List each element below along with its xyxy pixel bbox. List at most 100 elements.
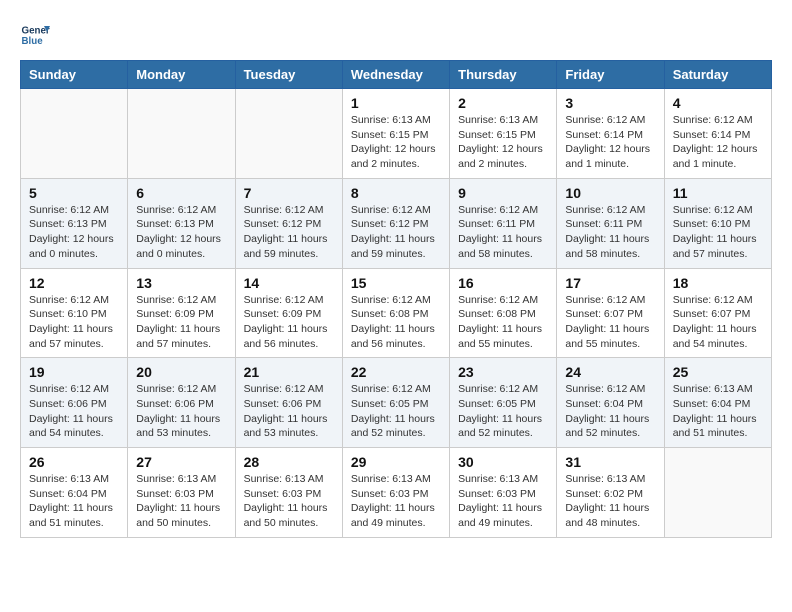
day-number: 3 (565, 95, 655, 111)
day-number: 24 (565, 364, 655, 380)
calendar-cell: 29 Sunrise: 6:13 AMSunset: 6:03 PMDayligh… (342, 448, 449, 538)
cell-info: Sunrise: 6:12 AMSunset: 6:04 PMDaylight:… (565, 382, 655, 441)
cell-info: Sunrise: 6:12 AMSunset: 6:10 PMDaylight:… (29, 293, 119, 352)
calendar-cell: 5 Sunrise: 6:12 AMSunset: 6:13 PMDaylight… (21, 178, 128, 268)
day-number: 21 (244, 364, 334, 380)
calendar-cell: 17 Sunrise: 6:12 AMSunset: 6:07 PMDayligh… (557, 268, 664, 358)
cell-info: Sunrise: 6:12 AMSunset: 6:07 PMDaylight:… (565, 293, 655, 352)
calendar-table: SundayMondayTuesdayWednesdayThursdayFrid… (20, 60, 772, 538)
calendar-cell: 31 Sunrise: 6:13 AMSunset: 6:02 PMDayligh… (557, 448, 664, 538)
calendar-cell: 7 Sunrise: 6:12 AMSunset: 6:12 PMDaylight… (235, 178, 342, 268)
calendar-cell: 16 Sunrise: 6:12 AMSunset: 6:08 PMDayligh… (450, 268, 557, 358)
day-number: 4 (673, 95, 763, 111)
calendar-week-row: 19 Sunrise: 6:12 AMSunset: 6:06 PMDayligh… (21, 358, 772, 448)
calendar-cell: 12 Sunrise: 6:12 AMSunset: 6:10 PMDayligh… (21, 268, 128, 358)
cell-info: Sunrise: 6:12 AMSunset: 6:09 PMDaylight:… (136, 293, 226, 352)
day-number: 27 (136, 454, 226, 470)
day-number: 8 (351, 185, 441, 201)
calendar-cell: 26 Sunrise: 6:13 AMSunset: 6:04 PMDayligh… (21, 448, 128, 538)
calendar-cell: 23 Sunrise: 6:12 AMSunset: 6:05 PMDayligh… (450, 358, 557, 448)
calendar-cell: 9 Sunrise: 6:12 AMSunset: 6:11 PMDaylight… (450, 178, 557, 268)
calendar-cell: 21Sunrise: 6:12 AMSunset: 6:06 PMDayligh… (235, 358, 342, 448)
cell-info: Sunrise: 6:12 AMSunset: 6:11 PMDaylight:… (565, 203, 655, 262)
cell-info: Sunrise: 6:13 AMSunset: 6:04 PMDaylight:… (29, 472, 119, 531)
calendar-cell: 8Sunrise: 6:12 AMSunset: 6:12 PMDaylight… (342, 178, 449, 268)
calendar-cell: 2 Sunrise: 6:13 AMSunset: 6:15 PMDaylight… (450, 89, 557, 179)
calendar-cell (128, 89, 235, 179)
page-header: General Blue (20, 20, 772, 50)
day-number: 22 (351, 364, 441, 380)
cell-info: Sunrise: 6:13 AMSunset: 6:15 PMDaylight:… (458, 113, 548, 172)
day-number: 17 (565, 275, 655, 291)
cell-info: Sunrise: 6:12 AMSunset: 6:11 PMDaylight:… (458, 203, 548, 262)
cell-info: Sunrise: 6:13 AMSunset: 6:04 PMDaylight:… (673, 382, 763, 441)
cell-info: Sunrise: 6:13 AMSunset: 6:03 PMDaylight:… (458, 472, 548, 531)
day-number: 5 (29, 185, 119, 201)
calendar-week-row: 1 Sunrise: 6:13 AMSunset: 6:15 PMDaylight… (21, 89, 772, 179)
calendar-cell: 3 Sunrise: 6:12 AMSunset: 6:14 PMDaylight… (557, 89, 664, 179)
day-number: 1 (351, 95, 441, 111)
cell-info: Sunrise: 6:12 AMSunset: 6:08 PMDaylight:… (351, 293, 441, 352)
cell-info: Sunrise: 6:12 AMSunset: 6:13 PMDaylight:… (29, 203, 119, 262)
day-number: 30 (458, 454, 548, 470)
weekday-header: Wednesday (342, 61, 449, 89)
calendar-cell: 18 Sunrise: 6:12 AMSunset: 6:07 PMDayligh… (664, 268, 771, 358)
cell-info: Sunrise: 6:12 AMSunset: 6:09 PMDaylight:… (244, 293, 334, 352)
weekday-header: Sunday (21, 61, 128, 89)
cell-info: Sunrise: 6:13 AMSunset: 6:03 PMDaylight:… (244, 472, 334, 531)
day-number: 6 (136, 185, 226, 201)
calendar-cell (235, 89, 342, 179)
cell-info: Sunrise: 6:12 AMSunset: 6:08 PMDaylight:… (458, 293, 548, 352)
cell-info: Sunrise: 6:12 AMSunset: 6:06 PMDaylight:… (136, 382, 226, 441)
day-number: 10 (565, 185, 655, 201)
day-number: 7 (244, 185, 334, 201)
cell-info: Sunrise: 6:12 AMSunset: 6:10 PMDaylight:… (673, 203, 763, 262)
cell-info: Sunrise: 6:12 AMSunset: 6:13 PMDaylight:… (136, 203, 226, 262)
day-number: 2 (458, 95, 548, 111)
cell-info: Sunrise: 6:13 AMSunset: 6:03 PMDaylight:… (136, 472, 226, 531)
cell-info: Sunrise: 6:12 AMSunset: 6:14 PMDaylight:… (565, 113, 655, 172)
cell-info: Sunrise: 6:12 AMSunset: 6:05 PMDaylight:… (351, 382, 441, 441)
day-number: 9 (458, 185, 548, 201)
day-number: 16 (458, 275, 548, 291)
calendar-cell: 4 Sunrise: 6:12 AMSunset: 6:14 PMDaylight… (664, 89, 771, 179)
cell-info: Sunrise: 6:12 AMSunset: 6:12 PMDaylight:… (244, 203, 334, 262)
day-number: 29 (351, 454, 441, 470)
calendar-cell: 22 Sunrise: 6:12 AMSunset: 6:05 PMDayligh… (342, 358, 449, 448)
weekday-header: Thursday (450, 61, 557, 89)
calendar-cell (664, 448, 771, 538)
calendar-cell: 20 Sunrise: 6:12 AMSunset: 6:06 PMDayligh… (128, 358, 235, 448)
day-number: 25 (673, 364, 763, 380)
calendar-cell: 15 Sunrise: 6:12 AMSunset: 6:08 PMDayligh… (342, 268, 449, 358)
calendar-cell: 1 Sunrise: 6:13 AMSunset: 6:15 PMDaylight… (342, 89, 449, 179)
calendar-cell: 13Sunrise: 6:12 AMSunset: 6:09 PMDayligh… (128, 268, 235, 358)
calendar-cell: 10 Sunrise: 6:12 AMSunset: 6:11 PMDayligh… (557, 178, 664, 268)
day-number: 31 (565, 454, 655, 470)
weekday-header: Friday (557, 61, 664, 89)
cell-info: Sunrise: 6:13 AMSunset: 6:03 PMDaylight:… (351, 472, 441, 531)
day-number: 23 (458, 364, 548, 380)
calendar-cell: 14 Sunrise: 6:12 AMSunset: 6:09 PMDayligh… (235, 268, 342, 358)
cell-info: Sunrise: 6:13 AMSunset: 6:15 PMDaylight:… (351, 113, 441, 172)
day-number: 14 (244, 275, 334, 291)
day-number: 26 (29, 454, 119, 470)
weekday-header: Saturday (664, 61, 771, 89)
day-number: 11 (673, 185, 763, 201)
day-number: 18 (673, 275, 763, 291)
calendar-cell: 19 Sunrise: 6:12 AMSunset: 6:06 PMDayligh… (21, 358, 128, 448)
day-number: 12 (29, 275, 119, 291)
cell-info: Sunrise: 6:12 AMSunset: 6:14 PMDaylight:… (673, 113, 763, 172)
day-number: 19 (29, 364, 119, 380)
cell-info: Sunrise: 6:13 AMSunset: 6:02 PMDaylight:… (565, 472, 655, 531)
cell-info: Sunrise: 6:12 AMSunset: 6:06 PMDaylight:… (29, 382, 119, 441)
calendar-week-row: 26 Sunrise: 6:13 AMSunset: 6:04 PMDayligh… (21, 448, 772, 538)
cell-info: Sunrise: 6:12 AMSunset: 6:05 PMDaylight:… (458, 382, 548, 441)
calendar-cell: 27 Sunrise: 6:13 AMSunset: 6:03 PMDayligh… (128, 448, 235, 538)
day-number: 28 (244, 454, 334, 470)
calendar-cell: 11 Sunrise: 6:12 AMSunset: 6:10 PMDayligh… (664, 178, 771, 268)
cell-info: Sunrise: 6:12 AMSunset: 6:07 PMDaylight:… (673, 293, 763, 352)
logo: General Blue (20, 20, 50, 50)
day-number: 15 (351, 275, 441, 291)
day-number: 20 (136, 364, 226, 380)
calendar-week-row: 12 Sunrise: 6:12 AMSunset: 6:10 PMDayligh… (21, 268, 772, 358)
